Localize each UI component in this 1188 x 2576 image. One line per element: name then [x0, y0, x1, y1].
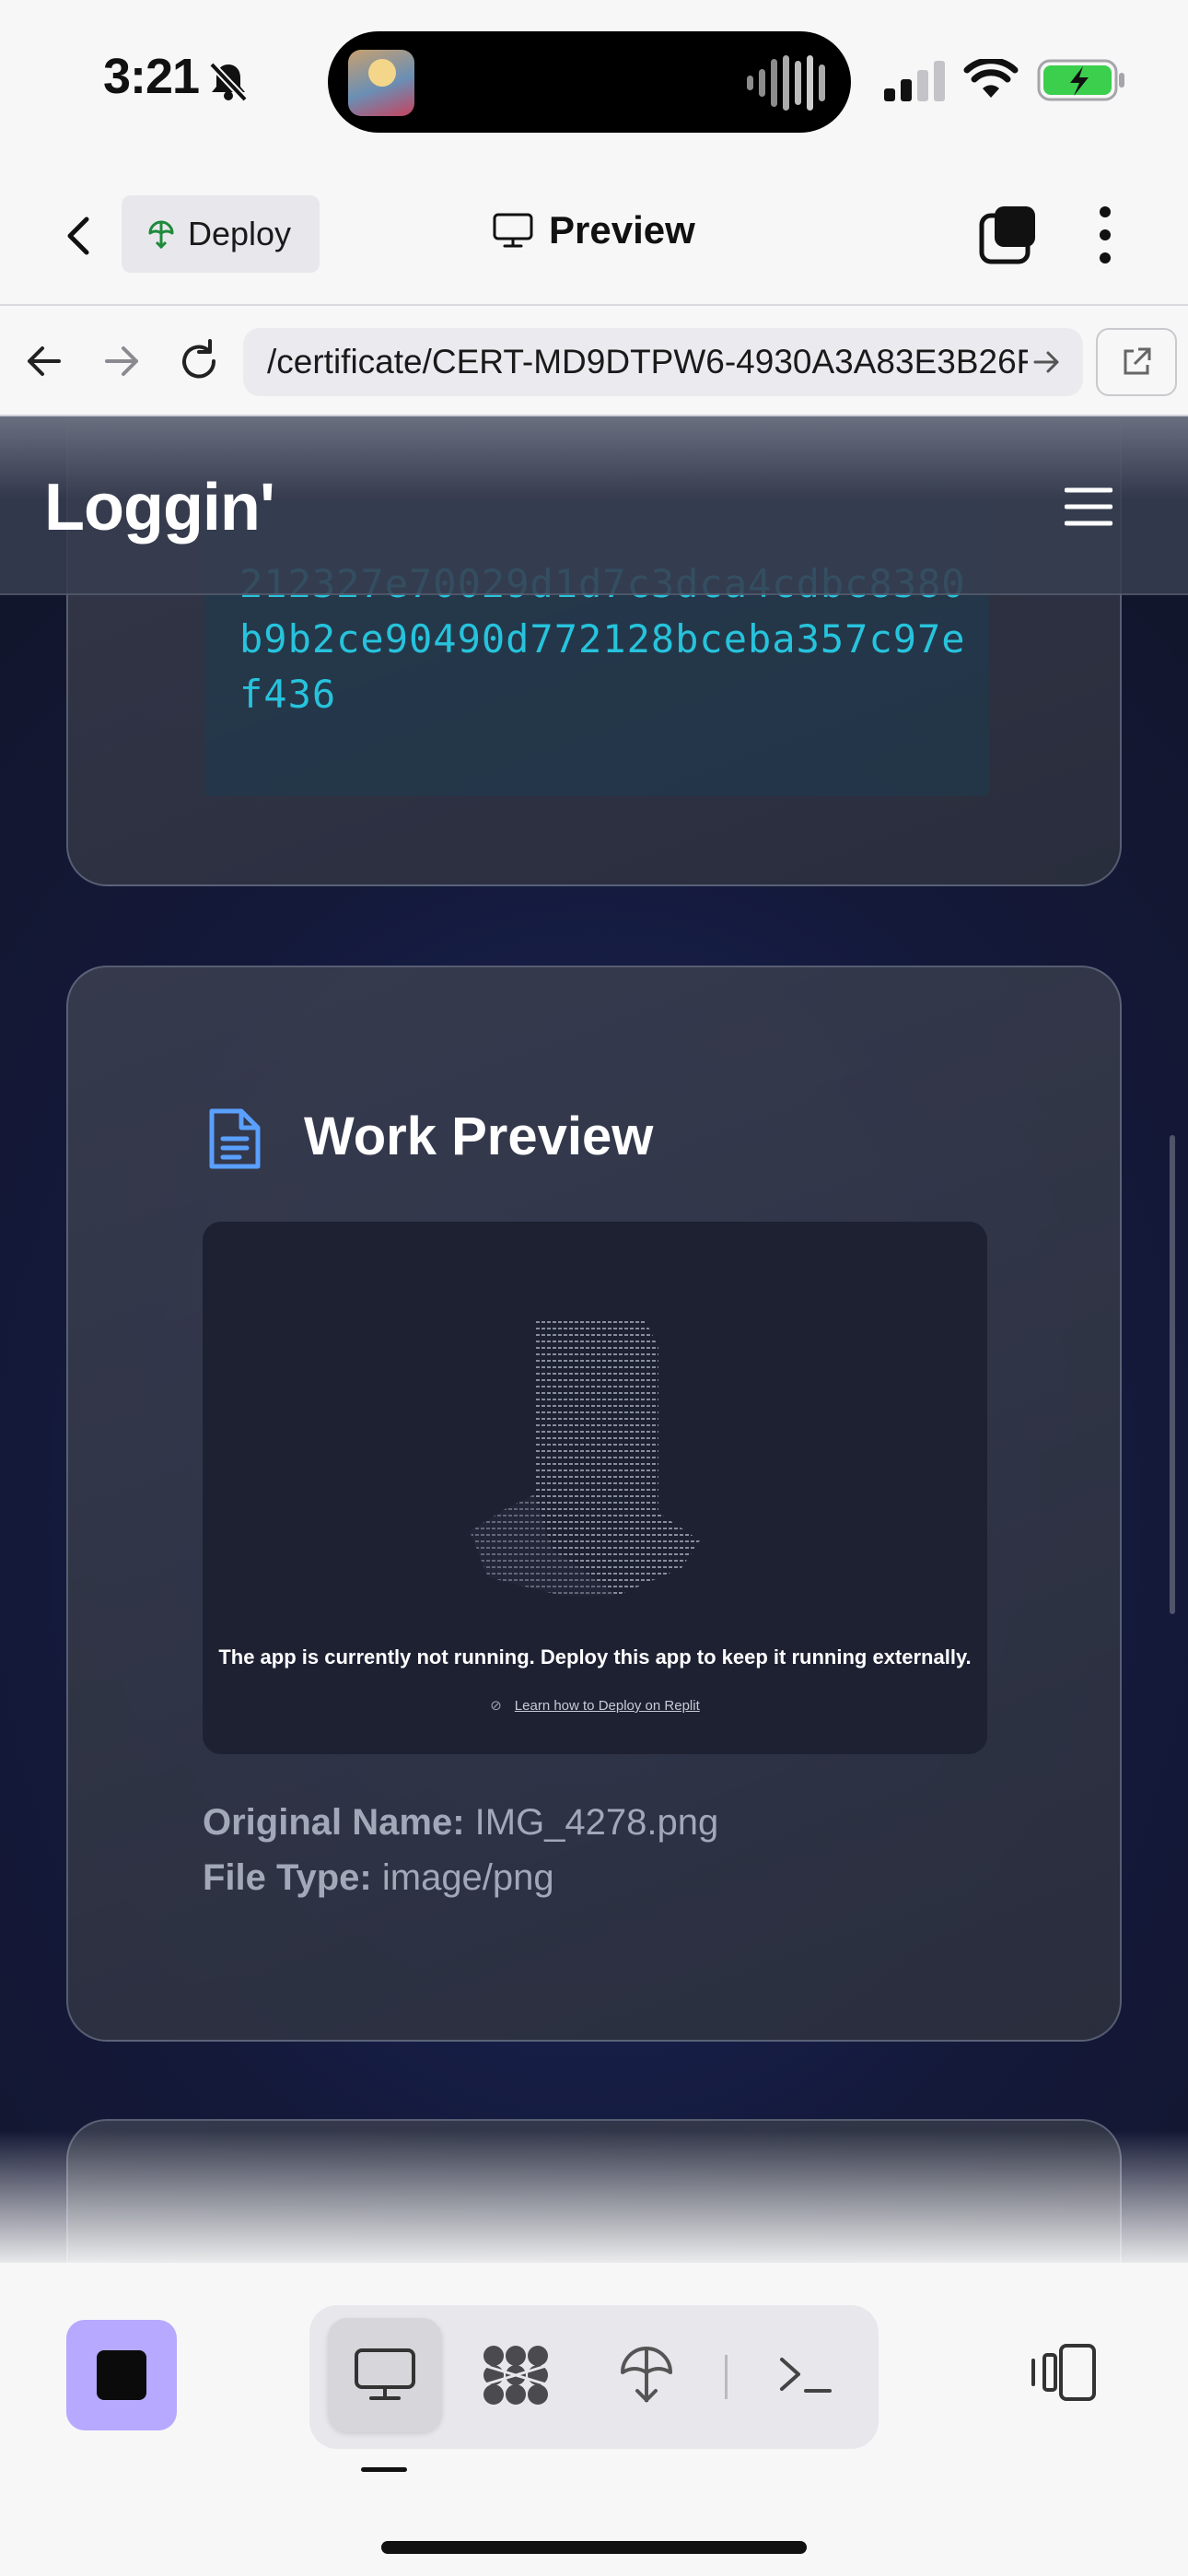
- deploy-label: Deploy: [188, 215, 292, 252]
- work-preview-image[interactable]: The app is currently not running. Deploy…: [203, 1222, 987, 1754]
- bottom-toolbar: [0, 2263, 1188, 2576]
- file-type-label: File Type:: [203, 1857, 372, 1898]
- deploy-docs-link-text: Learn how to Deploy on Replit: [514, 1698, 700, 1714]
- more-vertical-icon[interactable]: [1087, 203, 1124, 267]
- cellular-signal-icon: [884, 61, 945, 101]
- app-header: Deploy Preview: [0, 166, 1188, 306]
- work-preview-card: Work Preview The app is currently not ru…: [66, 966, 1122, 2042]
- deploy-docs-link[interactable]: ⊘ Learn how to Deploy on Replit: [203, 1697, 987, 1714]
- hash-line: b9b2ce90490d772128bceba357c97e: [239, 616, 966, 662]
- open-external-button[interactable]: [1096, 328, 1177, 396]
- layout-icon[interactable]: [1026, 2340, 1103, 2405]
- reload-icon[interactable]: [171, 334, 227, 389]
- original-name-row: Original Name: IMG_4278.png: [203, 1802, 718, 1844]
- waveform-icon: [747, 55, 825, 111]
- view-switcher: [309, 2305, 879, 2449]
- bell-slash-icon: [209, 62, 248, 102]
- page-title: Preview: [549, 208, 695, 252]
- tab-deploy[interactable]: [589, 2318, 704, 2432]
- deploy-button[interactable]: Deploy: [122, 195, 320, 273]
- bottom-fade: [0, 2130, 1188, 2263]
- terminal-icon: [780, 2358, 832, 2393]
- now-playing-artwork: [348, 50, 414, 116]
- scrollbar-thumb[interactable]: [1170, 1135, 1175, 1614]
- tab-preview[interactable]: [328, 2318, 442, 2432]
- home-indicator[interactable]: [381, 2541, 807, 2554]
- monitor-icon: [355, 2348, 415, 2400]
- link-icon: ⊘: [490, 1698, 502, 1714]
- tab-shell[interactable]: [748, 2318, 862, 2432]
- url-text: /certificate/CERT-MD9DTPW6-4930A3A83E3B2…: [267, 343, 1028, 381]
- chevron-left-icon[interactable]: [52, 208, 107, 263]
- ascii-art-illustration: [470, 1319, 700, 1596]
- arrow-left-icon[interactable]: [17, 334, 72, 389]
- stop-icon: [97, 2350, 146, 2400]
- file-type-row: File Type: image/png: [203, 1857, 554, 1899]
- work-preview-title: Work Preview: [304, 1107, 654, 1166]
- original-name-value: IMG_4278.png: [474, 1802, 719, 1843]
- tab-workspace[interactable]: [459, 2318, 573, 2432]
- status-bar: 3:21: [0, 0, 1188, 166]
- go-arrow-icon[interactable]: [1028, 344, 1065, 381]
- site-logo[interactable]: Loggin': [44, 470, 275, 545]
- wifi-icon: [963, 59, 1019, 98]
- hamburger-menu-icon[interactable]: [1065, 486, 1112, 527]
- battery-charging-icon: [1037, 59, 1124, 101]
- url-bar: /certificate/CERT-MD9DTPW6-4930A3A83E3B2…: [0, 306, 1188, 416]
- dynamic-island[interactable]: [328, 31, 851, 133]
- app-not-running-message: The app is currently not running. Deploy…: [218, 1645, 972, 1669]
- deploy-umbrella-icon: [621, 2347, 672, 2403]
- url-input[interactable]: /certificate/CERT-MD9DTPW6-4930A3A83E3B2…: [243, 328, 1083, 396]
- arrow-right-icon[interactable]: [94, 334, 149, 389]
- file-type-value: image/png: [381, 1857, 554, 1898]
- external-link-icon: [1124, 347, 1151, 375]
- document-icon: [209, 1108, 261, 1169]
- original-name-label: Original Name:: [203, 1802, 465, 1843]
- stop-button[interactable]: [66, 2320, 177, 2430]
- deploy-umbrella-icon: [148, 220, 174, 250]
- web-preview[interactable]: 212327e70029d1d7c3dca4cdbc8380 b9b2ce904…: [0, 416, 1188, 2263]
- status-time: 3:21: [103, 49, 200, 104]
- hash-line: f436: [239, 672, 337, 717]
- tabs-icon[interactable]: [976, 203, 1041, 267]
- preview-tab-title: Preview: [492, 208, 695, 252]
- active-tab-indicator: [361, 2467, 407, 2472]
- workspace-icon: [483, 2346, 548, 2405]
- site-navbar: Loggin': [0, 416, 1188, 595]
- monitor-icon: [493, 213, 533, 248]
- divider: [725, 2355, 728, 2399]
